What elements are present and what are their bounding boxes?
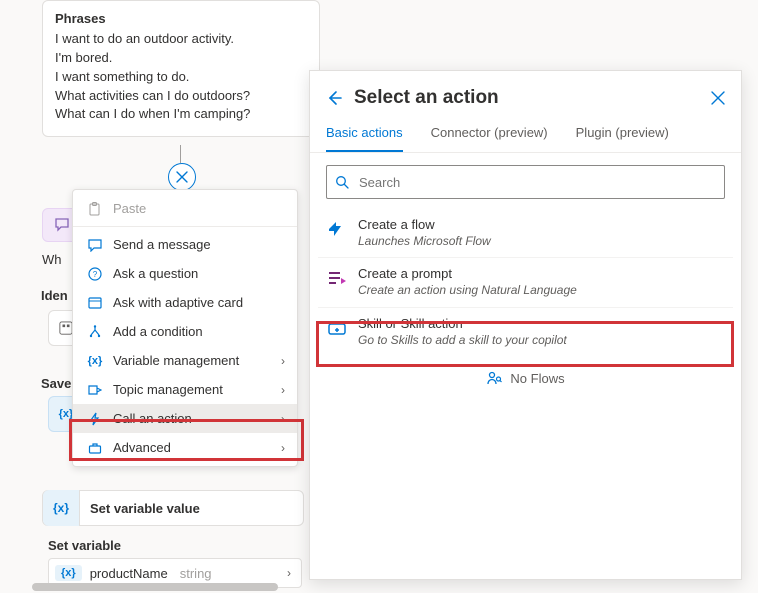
question-icon: ? xyxy=(87,267,103,281)
close-node-button[interactable] xyxy=(168,163,196,191)
menu-ask-question[interactable]: ? Ask a question xyxy=(73,259,297,288)
menu-send-message[interactable]: Send a message xyxy=(73,230,297,259)
bolt-icon xyxy=(87,412,103,426)
phrase-item: What can I do when I'm camping? xyxy=(55,105,307,124)
person-flow-icon xyxy=(486,370,502,386)
action-create-prompt-title: Create a prompt xyxy=(358,266,577,283)
action-skill[interactable]: Skill or Skill action Go to Skills to ad… xyxy=(318,307,733,356)
branch-icon xyxy=(87,325,103,339)
menu-send-message-label: Send a message xyxy=(113,237,211,252)
close-panel-button[interactable] xyxy=(711,91,725,105)
menu-ask-question-label: Ask a question xyxy=(113,266,198,281)
prompt-icon xyxy=(326,267,348,289)
menu-paste: Paste xyxy=(73,194,297,223)
skill-icon xyxy=(326,317,348,339)
action-search-box[interactable] xyxy=(326,165,725,199)
action-create-prompt[interactable]: Create a prompt Create an action using N… xyxy=(318,257,733,306)
panel-tabs: Basic actions Connector (preview) Plugin… xyxy=(310,117,741,153)
menu-advanced[interactable]: Advanced › xyxy=(73,433,297,462)
paste-icon xyxy=(87,202,103,216)
menu-adaptive-card-label: Ask with adaptive card xyxy=(113,295,243,310)
action-search-input[interactable] xyxy=(357,174,716,191)
no-flows-text: No Flows xyxy=(510,371,564,386)
select-action-panel: Select an action Basic actions Connector… xyxy=(309,70,742,580)
set-variable-value-node[interactable]: {x} Set variable value xyxy=(42,490,304,526)
card-icon xyxy=(87,296,103,310)
set-variable-section-label: Set variable xyxy=(48,538,121,553)
variable-icon: {x} xyxy=(43,490,80,526)
menu-paste-label: Paste xyxy=(113,201,146,216)
svg-text:?: ? xyxy=(93,270,98,279)
phrase-item: I'm bored. xyxy=(55,49,307,68)
phrase-item: I want to do an outdoor activity. xyxy=(55,30,307,49)
menu-advanced-label: Advanced xyxy=(113,440,171,455)
chat-icon xyxy=(87,238,103,252)
variable-icon: {x} xyxy=(87,355,103,367)
chevron-right-icon: › xyxy=(281,354,285,368)
menu-topic-management-label: Topic management xyxy=(113,382,223,397)
menu-topic-management[interactable]: Topic management › xyxy=(73,375,297,404)
back-button[interactable] xyxy=(326,90,342,106)
phrases-title: Phrases xyxy=(55,11,307,26)
phrase-item: I want something to do. xyxy=(55,68,307,87)
variable-name: productName xyxy=(90,566,168,581)
toolbox-icon xyxy=(87,441,103,455)
action-list: Create a flow Launches Microsoft Flow Cr… xyxy=(310,209,741,356)
tab-plugin[interactable]: Plugin (preview) xyxy=(576,117,669,152)
variable-badge-icon: {x} xyxy=(55,565,82,581)
action-create-flow[interactable]: Create a flow Launches Microsoft Flow xyxy=(318,209,733,257)
menu-variable-management[interactable]: {x} Variable management › xyxy=(73,346,297,375)
chevron-right-icon: › xyxy=(287,566,291,580)
no-flows-message: No Flows xyxy=(310,370,741,386)
tab-basic-actions[interactable]: Basic actions xyxy=(326,117,403,152)
menu-call-action[interactable]: Call an action › xyxy=(73,404,297,433)
set-variable-value-label: Set variable value xyxy=(90,501,200,516)
menu-adaptive-card[interactable]: Ask with adaptive card xyxy=(73,288,297,317)
menu-add-condition[interactable]: Add a condition xyxy=(73,317,297,346)
action-create-flow-title: Create a flow xyxy=(358,217,491,234)
chevron-right-icon: › xyxy=(281,441,285,455)
flow-icon xyxy=(326,218,348,240)
action-create-prompt-desc: Create an action using Natural Language xyxy=(358,283,577,299)
horizontal-scrollbar[interactable] xyxy=(32,583,278,591)
add-node-context-menu: Paste Send a message ? Ask a question As… xyxy=(72,189,298,467)
menu-add-condition-label: Add a condition xyxy=(113,324,203,339)
phrase-item: What activities can I do outdoors? xyxy=(55,87,307,106)
chevron-right-icon: › xyxy=(281,383,285,397)
panel-title: Select an action xyxy=(354,87,699,109)
phrases-card[interactable]: Phrases I want to do an outdoor activity… xyxy=(42,0,320,137)
menu-divider xyxy=(73,226,297,227)
action-skill-title: Skill or Skill action xyxy=(358,316,567,333)
search-icon xyxy=(335,175,349,189)
menu-variable-management-label: Variable management xyxy=(113,353,239,368)
connector-line xyxy=(180,145,181,163)
topic-icon xyxy=(87,383,103,397)
chevron-right-icon: › xyxy=(281,412,285,426)
action-skill-desc: Go to Skills to add a skill to your copi… xyxy=(358,333,567,349)
action-create-flow-desc: Launches Microsoft Flow xyxy=(358,234,491,250)
variable-type: string xyxy=(180,566,212,581)
menu-call-action-label: Call an action xyxy=(113,411,192,426)
tab-connector[interactable]: Connector (preview) xyxy=(431,117,548,152)
